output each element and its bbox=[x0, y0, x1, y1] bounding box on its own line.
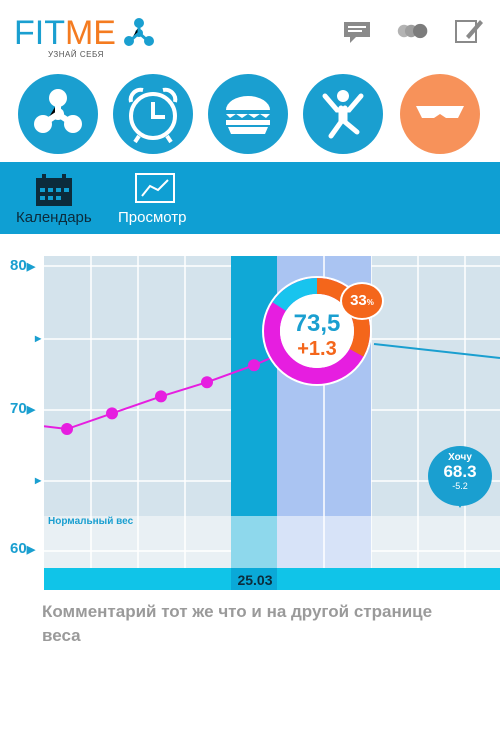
body-icon bbox=[416, 106, 464, 118]
chat-icon[interactable] bbox=[340, 18, 374, 44]
selected-day-column-zone bbox=[231, 516, 277, 568]
alarm-clock-icon bbox=[128, 87, 178, 144]
burger-icon bbox=[226, 96, 270, 134]
tab-calendar-label: Календарь bbox=[16, 209, 92, 226]
y-tick-60: 60▶ bbox=[10, 540, 36, 557]
category-body[interactable] bbox=[400, 74, 480, 154]
weight-point[interactable] bbox=[61, 423, 73, 436]
tab-view[interactable]: Просмотр bbox=[116, 162, 206, 234]
y-tick-70: 70▶ bbox=[10, 400, 36, 417]
target-delta: -5.2 bbox=[452, 481, 468, 491]
target-badge-pointer bbox=[455, 500, 465, 508]
logo-me: ME bbox=[64, 14, 116, 52]
category-fan[interactable] bbox=[18, 74, 98, 154]
weight-point[interactable] bbox=[248, 359, 260, 372]
normal-weight-label: Нормальный вес bbox=[48, 516, 134, 527]
category-food[interactable] bbox=[208, 74, 288, 154]
percent-value: 33 bbox=[350, 292, 367, 309]
weight-comment: Комментарий тот же что и на другой стран… bbox=[42, 602, 433, 645]
fan-icon bbox=[34, 89, 82, 133]
weight-point[interactable] bbox=[106, 407, 118, 420]
tab-calendar[interactable]: Календарь bbox=[14, 162, 104, 234]
y-tick-minor: ▶ bbox=[35, 334, 42, 343]
weight-point[interactable] bbox=[155, 390, 167, 403]
target-weight-badge[interactable]: Хочу 68.3 -5.2 bbox=[428, 446, 492, 506]
target-value: 68.3 bbox=[443, 462, 477, 481]
tab-view-label: Просмотр bbox=[118, 209, 187, 226]
y-tick-80: 80▶ bbox=[10, 257, 36, 274]
category-activity[interactable] bbox=[303, 74, 383, 154]
category-alarm[interactable] bbox=[113, 74, 193, 154]
y-tick-minor: ▶ bbox=[35, 476, 42, 485]
weight-delta: +1.3 bbox=[297, 338, 337, 360]
jumping-person-icon bbox=[322, 90, 364, 139]
selected-date-label: 25.03 bbox=[237, 572, 273, 588]
percent-sign: % bbox=[366, 298, 374, 307]
toggle-icon[interactable] bbox=[396, 18, 430, 44]
calendar-icon bbox=[36, 174, 72, 206]
edit-icon[interactable] bbox=[452, 18, 486, 44]
logo-mark-icon bbox=[124, 18, 154, 46]
app-logo: FITME bbox=[14, 14, 116, 53]
tagline: УЗНАЙ СЕБЯ bbox=[48, 50, 104, 59]
percent-badge: 33% bbox=[340, 282, 384, 320]
chart-view-icon bbox=[135, 173, 175, 203]
weight-point[interactable] bbox=[201, 376, 213, 389]
logo-fit: FIT bbox=[14, 14, 65, 52]
